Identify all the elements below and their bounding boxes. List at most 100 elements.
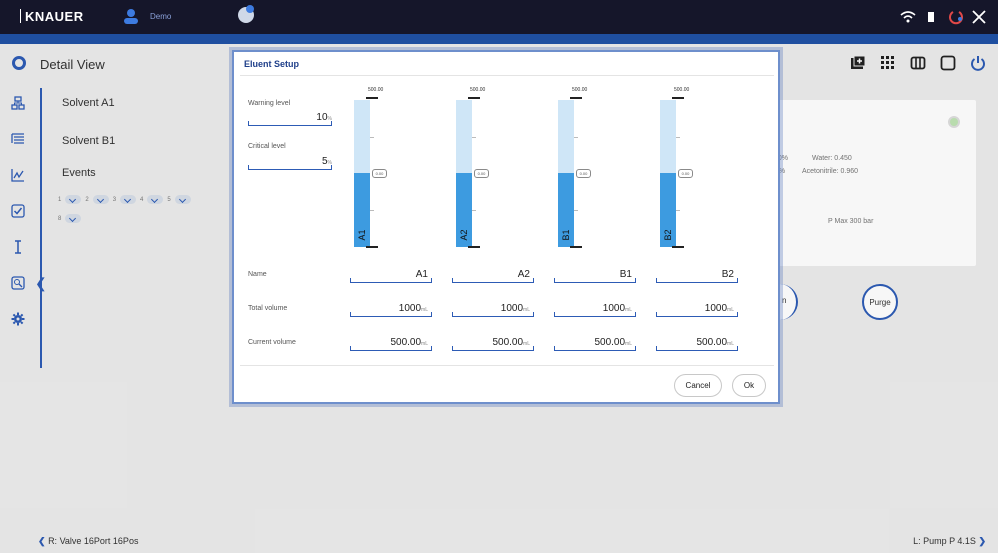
tank-top-tick bbox=[570, 97, 582, 99]
tank-scale-tick bbox=[472, 210, 476, 212]
name-row-label: Name bbox=[248, 271, 267, 278]
dialog-title: Eluent Setup bbox=[244, 59, 300, 69]
tank-gauge bbox=[660, 100, 676, 247]
eluent-name-field[interactable]: A1 bbox=[350, 269, 428, 280]
tank-gauge bbox=[354, 100, 370, 247]
current-volume-field[interactable]: 500.00mL bbox=[350, 337, 428, 348]
total-volume-field-value: 1000 bbox=[602, 303, 626, 314]
current-volume-field-unit: mL bbox=[625, 341, 632, 347]
current-volume-field-underline bbox=[452, 346, 534, 351]
current-volume-field-unit: mL bbox=[523, 341, 530, 347]
current-volume-row-label: Current volume bbox=[248, 339, 296, 346]
tank-name-label: B1 bbox=[561, 229, 571, 241]
tank-level-marker[interactable]: 0.00 bbox=[372, 168, 387, 178]
wifi-icon bbox=[900, 11, 916, 23]
tank-max-label: 500.00 bbox=[674, 87, 690, 93]
total-volume-field-value: 1000 bbox=[500, 303, 524, 314]
dialog-title-divider bbox=[240, 75, 774, 76]
tank-max-label: 500.00 bbox=[470, 87, 486, 93]
tank-scale-tick bbox=[370, 136, 374, 138]
knauer-logo: KNAUER bbox=[20, 9, 84, 24]
tank-level-marker[interactable]: 0.00 bbox=[678, 168, 693, 178]
current-volume-field-value: 500.00 bbox=[390, 337, 422, 348]
total-volume-field-unit: mL bbox=[421, 307, 428, 313]
dialog-footer-divider bbox=[240, 365, 774, 366]
total-volume-field-unit: mL bbox=[625, 307, 632, 313]
critical-level-field[interactable]: 5% bbox=[248, 156, 332, 167]
tank-name-label: A1 bbox=[357, 229, 367, 241]
current-volume-field[interactable]: 500.00mL bbox=[452, 337, 530, 348]
warning-level-value: 10 bbox=[316, 112, 328, 123]
tank-scale-tick bbox=[472, 136, 476, 138]
eluent-name-field-value: B2 bbox=[721, 269, 734, 280]
warning-level-label: Warning level bbox=[248, 100, 291, 107]
eluent-name-field[interactable]: B2 bbox=[656, 269, 734, 280]
total-volume-row-label: Total volume bbox=[248, 305, 288, 312]
globe-icon[interactable] bbox=[236, 4, 256, 24]
current-volume-field-unit: mL bbox=[727, 341, 734, 347]
current-volume-field-underline bbox=[350, 346, 432, 351]
tank-max-label: 500.00 bbox=[572, 87, 588, 93]
close-icon[interactable] bbox=[972, 9, 986, 25]
current-volume-field-value: 500.00 bbox=[696, 337, 728, 348]
tank-scale-tick bbox=[676, 210, 680, 212]
total-volume-field-underline bbox=[452, 312, 534, 317]
critical-level-underline bbox=[248, 165, 332, 170]
current-volume-field-value: 500.00 bbox=[594, 337, 626, 348]
eluent-name-field-underline bbox=[656, 278, 738, 283]
tank-base-tick bbox=[570, 246, 582, 248]
warning-level-underline bbox=[248, 121, 332, 126]
eluent-setup-dialog: Eluent Setup Warning level 10% Critical … bbox=[232, 50, 780, 404]
tank-scale-tick bbox=[370, 210, 374, 212]
total-volume-field-unit: mL bbox=[727, 307, 734, 313]
current-volume-field-underline bbox=[554, 346, 636, 351]
critical-level-label: Critical level bbox=[248, 143, 286, 150]
eluent-name-field-value: A2 bbox=[517, 269, 530, 280]
eluent-name-field-underline bbox=[452, 278, 534, 283]
total-volume-field[interactable]: 1000mL bbox=[554, 303, 632, 314]
tank-gauge bbox=[558, 100, 574, 247]
tank-level-marker[interactable]: 0.00 bbox=[576, 168, 591, 178]
total-volume-field-underline bbox=[554, 312, 636, 317]
total-volume-field[interactable]: 1000mL bbox=[350, 303, 428, 314]
tank-top-tick bbox=[366, 97, 378, 99]
ok-button[interactable]: Ok bbox=[732, 374, 766, 397]
eluent-name-field-value: A1 bbox=[415, 269, 428, 280]
current-volume-field-unit: mL bbox=[421, 341, 428, 347]
top-bar: KNAUER Demo bbox=[0, 0, 998, 34]
tank-scale-tick bbox=[676, 136, 680, 138]
total-volume-field-unit: mL bbox=[523, 307, 530, 313]
tank-scale-tick bbox=[574, 210, 578, 212]
tank-gauge bbox=[456, 100, 472, 247]
tank-base-tick bbox=[468, 246, 480, 248]
power-status-icon bbox=[949, 11, 963, 25]
cancel-button[interactable]: Cancel bbox=[674, 374, 722, 397]
user-name: Demo bbox=[150, 12, 172, 21]
current-volume-field[interactable]: 500.00mL bbox=[554, 337, 632, 348]
tank-top-tick bbox=[468, 97, 480, 99]
tank-name-label: B2 bbox=[663, 229, 673, 241]
warning-level-field[interactable]: 10% bbox=[248, 112, 332, 123]
user-icon[interactable] bbox=[122, 7, 140, 25]
total-volume-field-value: 1000 bbox=[704, 303, 728, 314]
tank-level-marker[interactable]: 0.00 bbox=[474, 168, 489, 178]
battery-icon bbox=[928, 12, 934, 22]
tank-top-tick bbox=[672, 97, 684, 99]
tank-scale-tick bbox=[574, 136, 578, 138]
eluent-name-field-value: B1 bbox=[619, 269, 632, 280]
total-volume-field-value: 1000 bbox=[398, 303, 422, 314]
total-volume-field[interactable]: 1000mL bbox=[656, 303, 734, 314]
tank-base-tick bbox=[672, 246, 684, 248]
eluent-name-field-underline bbox=[554, 278, 636, 283]
current-volume-field-underline bbox=[656, 346, 738, 351]
top-bar-accent bbox=[0, 34, 998, 44]
tank-max-label: 500.00 bbox=[368, 87, 384, 93]
tank-base-tick bbox=[366, 246, 378, 248]
eluent-name-field[interactable]: A2 bbox=[452, 269, 530, 280]
eluent-name-field-underline bbox=[350, 278, 432, 283]
total-volume-field-underline bbox=[656, 312, 738, 317]
tank-name-label: A2 bbox=[459, 229, 469, 241]
eluent-name-field[interactable]: B1 bbox=[554, 269, 632, 280]
current-volume-field[interactable]: 500.00mL bbox=[656, 337, 734, 348]
total-volume-field[interactable]: 1000mL bbox=[452, 303, 530, 314]
